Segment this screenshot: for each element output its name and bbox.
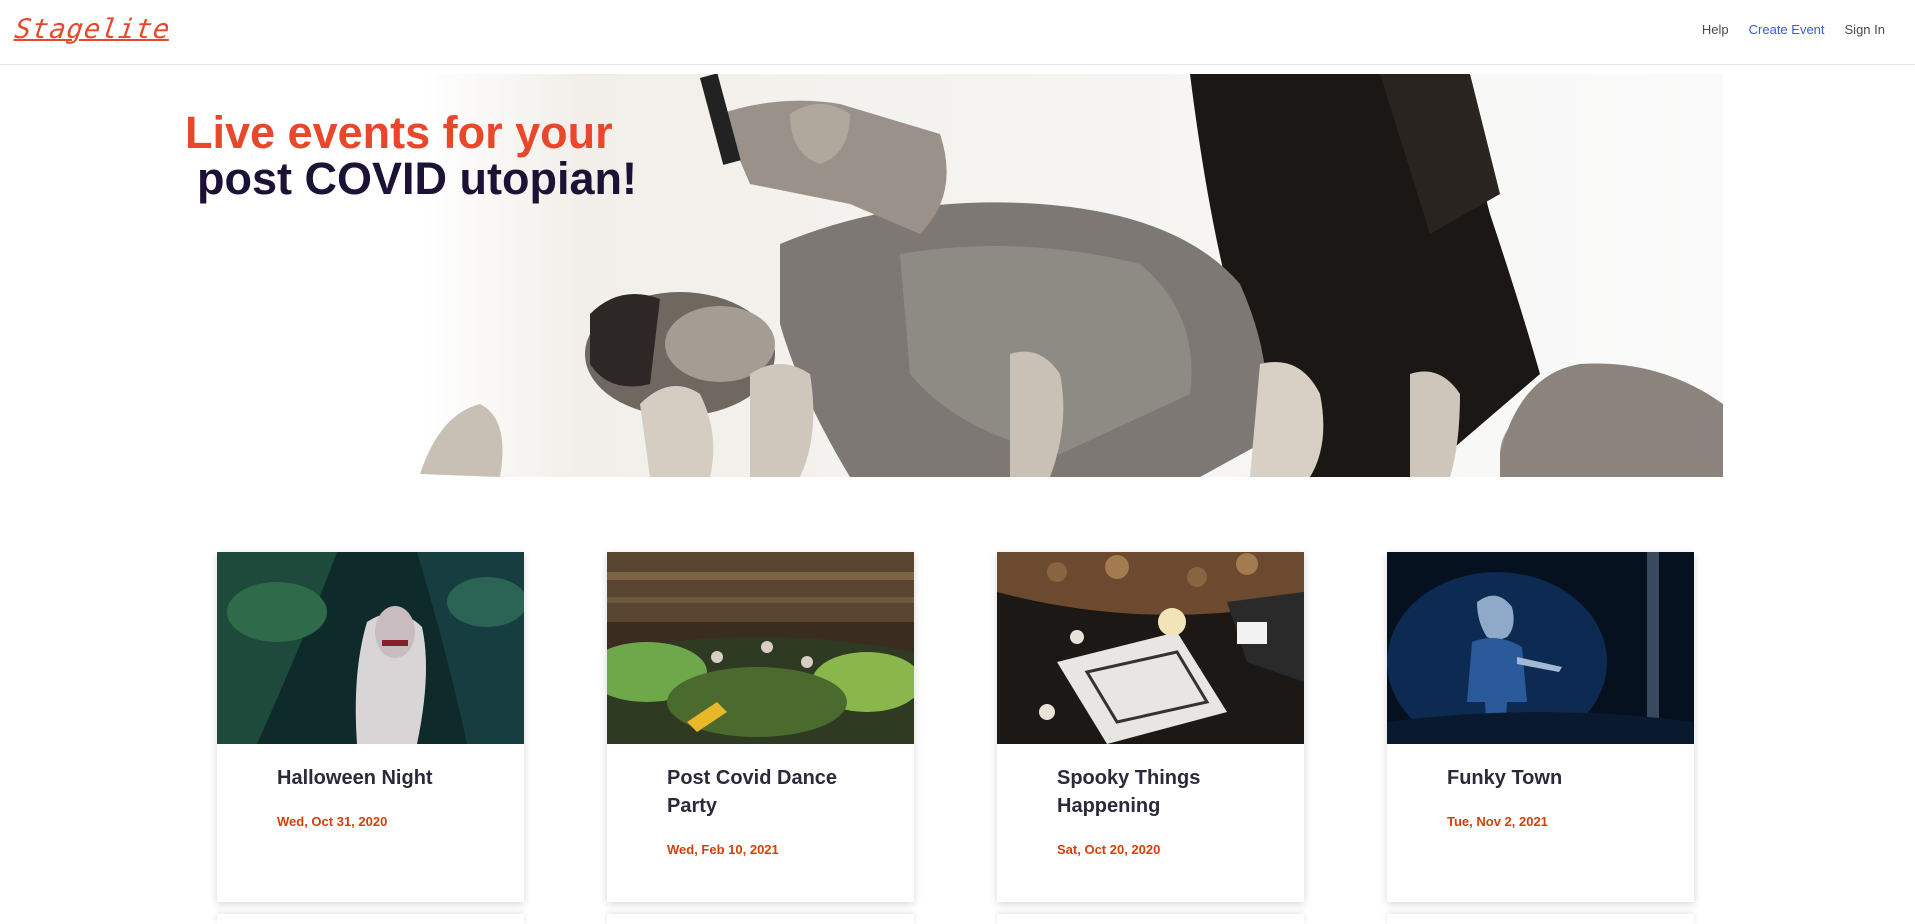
event-title[interactable]: Halloween Night bbox=[277, 764, 497, 792]
event-image bbox=[1387, 552, 1694, 744]
logo[interactable]: Stagelite bbox=[13, 14, 173, 45]
sign-in-link[interactable]: Sign In bbox=[1845, 22, 1885, 37]
event-card-next-row bbox=[1387, 914, 1694, 924]
event-card[interactable]: Post Covid Dance Party Wed, Feb 10, 2021 bbox=[607, 552, 914, 902]
event-image bbox=[997, 552, 1304, 744]
event-card-next-row bbox=[217, 914, 524, 924]
event-title[interactable]: Post Covid Dance Party bbox=[667, 764, 887, 820]
event-card[interactable]: Halloween Night Wed, Oct 31, 2020 bbox=[217, 552, 524, 902]
create-event-link[interactable]: Create Event bbox=[1749, 22, 1825, 37]
event-card-next-row bbox=[607, 914, 914, 924]
hero-headline-line2: post COVID utopian! bbox=[197, 153, 637, 204]
event-date: Sat, Oct 20, 2020 bbox=[1057, 842, 1161, 857]
event-card[interactable]: Funky Town Tue, Nov 2, 2021 bbox=[1387, 552, 1694, 902]
top-navbar: Stagelite Help Create Event Sign In bbox=[0, 0, 1915, 65]
hero-banner: Live events for your post COVID utopian! bbox=[0, 74, 1915, 477]
event-card-next-row bbox=[997, 914, 1304, 924]
help-link[interactable]: Help bbox=[1702, 22, 1729, 37]
event-date: Wed, Oct 31, 2020 bbox=[277, 814, 388, 829]
event-image bbox=[217, 552, 524, 744]
event-image bbox=[607, 552, 914, 744]
event-date: Tue, Nov 2, 2021 bbox=[1447, 814, 1548, 829]
hero-headline-line1: Live events for your bbox=[185, 107, 613, 158]
hero-headline: Live events for your post COVID utopian! bbox=[185, 110, 637, 202]
event-title[interactable]: Funky Town bbox=[1447, 764, 1667, 792]
event-cards: Halloween Night Wed, Oct 31, 2020 Post C… bbox=[217, 552, 1697, 924]
event-card[interactable]: Spooky Things Happening Sat, Oct 20, 202… bbox=[997, 552, 1304, 902]
event-title[interactable]: Spooky Things Happening bbox=[1057, 764, 1277, 820]
nav-links: Help Create Event Sign In bbox=[1702, 22, 1885, 37]
event-date: Wed, Feb 10, 2021 bbox=[667, 842, 779, 857]
